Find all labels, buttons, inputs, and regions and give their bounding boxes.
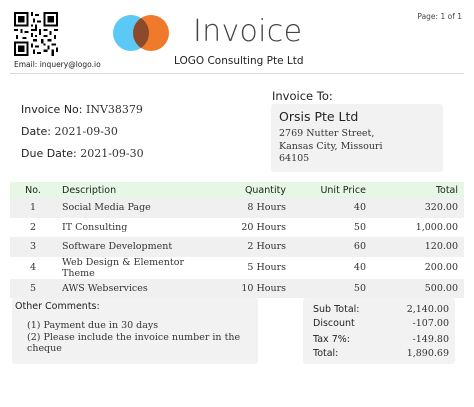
comment-line: (2) Please include the invoice number in… [27,332,241,354]
cell-no: 4 [29,262,37,273]
company-name: LOGO Consulting Pte Ltd [174,55,304,67]
comments-panel: Other Comments: (1) Payment due in 30 da… [12,298,258,364]
cell-quantity: 8 Hours [210,198,292,218]
cell-unit-price: 40 [353,262,366,273]
invoice-number-value: INV38379 [86,103,143,116]
cell-total: 120.00 [372,237,464,257]
cell-total: 200.00 [424,262,458,273]
cell-quantity: 10 Hours [210,278,292,298]
invoice-to-label: Invoice To: [272,89,333,103]
client-address-line-1: 2769 Nutter Street, [279,128,375,139]
table-row: 2 IT Consulting 20 Hours 50 1,000.00 [10,218,464,238]
client-panel: Orsis Pte Ltd 2769 Nutter Street, Kansas… [271,104,443,172]
total-label: Total: [313,348,339,359]
table-row: 3 Software Development 2 Hours 60 120.00 [10,237,464,257]
discount-label: Discount [313,318,355,329]
col-header-unit-price: Unit Price [292,182,372,198]
table-row: 4 Web Design & Elementor Theme 5 Hours 4… [10,257,464,279]
due-date-value: 2021-09-30 [80,147,144,160]
invoice-number-row: Invoice No: INV38379 [21,103,143,116]
due-date-row: Due Date: 2021-09-30 [21,147,144,160]
discount-value: -107.00 [412,318,449,329]
company-logo-icon [113,15,169,51]
document-title: Invoice [193,14,303,49]
table-row: 5 AWS Webservices 10 Hours 50 500.00 [10,278,464,298]
tax-value: -149.80 [412,334,449,345]
comments-label: Other Comments: [15,301,100,312]
cell-unit-price: 50 [353,221,366,233]
cell-total: 500.00 [372,278,464,298]
cell-total: 320.00 [372,198,464,218]
cell-description: IT Consulting [62,221,128,233]
header-divider [10,73,464,74]
page-number: Page: 1 of 1 [417,12,462,21]
client-address: 2769 Nutter Street, Kansas City, Missour… [279,128,439,166]
cell-no: 2 [29,221,37,233]
totals-panel: Sub Total: 2,140.00 Discount -107.00 Tax… [303,298,455,364]
date-label: Date: [21,125,51,138]
date-row: Date: 2021-09-30 [21,125,118,138]
cell-no: 3 [10,237,56,257]
cell-no: 5 [10,278,56,298]
cell-quantity: 2 Hours [210,237,292,257]
qr-code-icon [14,12,58,56]
line-items-table: No. Description Quantity Unit Price Tota… [10,182,464,298]
col-header-no: No. [10,182,56,198]
total-value: 1,890.69 [406,348,449,359]
due-date-label: Due Date: [21,147,77,160]
cell-total: 1,000.00 [415,221,458,233]
cell-description: Web Design & Elementor Theme [62,256,184,279]
client-address-line-2: Kansas City, Missouri [279,140,383,152]
client-name: Orsis Pte Ltd [279,109,359,124]
cell-description: AWS Webservices [56,278,210,298]
date-value: 2021-09-30 [54,125,118,138]
cell-no: 1 [10,198,56,218]
cell-quantity: 20 Hours [241,221,286,233]
cell-quantity: 5 Hours [247,262,286,273]
cell-unit-price: 60 [292,237,372,257]
col-header-description: Description [56,182,210,198]
cell-unit-price: 40 [292,198,372,218]
tax-label: Tax 7%: [313,334,350,345]
col-header-total: Total [372,182,464,198]
subtotal-value: 2,140.00 [406,304,449,315]
cell-unit-price: 50 [292,278,372,298]
email-text: Email: inquery@logo.io [14,60,101,69]
comment-line: (1) Payment due in 30 days [27,320,159,331]
table-header-row: No. Description Quantity Unit Price Tota… [10,182,464,198]
cell-description: Software Development [56,237,210,257]
invoice-number-label: Invoice No: [21,103,83,116]
cell-description: Social Media Page [56,198,210,218]
subtotal-label: Sub Total: [313,304,360,315]
table-row: 1 Social Media Page 8 Hours 40 320.00 [10,198,464,218]
client-address-line-3: 64105 [279,153,310,164]
col-header-quantity: Quantity [210,182,292,198]
